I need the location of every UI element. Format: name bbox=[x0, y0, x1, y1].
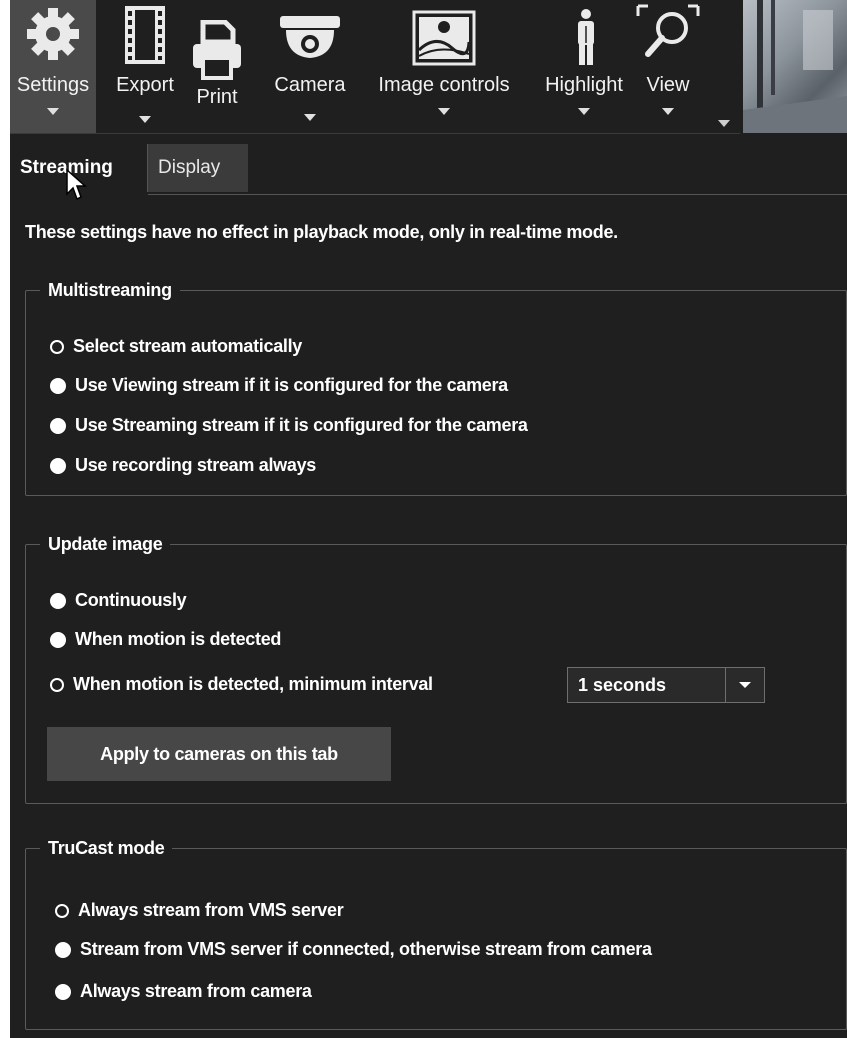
interval-dropdown-toggle[interactable] bbox=[725, 668, 764, 702]
image-controls-label: Image controls bbox=[378, 74, 510, 96]
export-button[interactable]: Export bbox=[108, 0, 182, 133]
highlight-button[interactable]: Highlight bbox=[532, 0, 636, 133]
chevron-down-icon bbox=[578, 108, 590, 115]
divider bbox=[148, 194, 847, 195]
radio-label: Use Viewing stream if it is configured f… bbox=[75, 375, 508, 395]
chevron-down-icon bbox=[438, 108, 450, 115]
radio-label: Select stream automatically bbox=[73, 336, 303, 356]
print-label: Print bbox=[196, 86, 238, 108]
radio-when-motion-detected[interactable]: When motion is detected bbox=[50, 629, 281, 650]
radio-label: Continuously bbox=[75, 590, 187, 610]
radio-button[interactable] bbox=[50, 631, 66, 648]
radio-always-stream-camera[interactable]: Always stream from camera bbox=[55, 981, 312, 1002]
settings-button[interactable]: Settings bbox=[10, 0, 96, 133]
tab-bar: Streaming Display bbox=[10, 138, 847, 194]
radio-button[interactable] bbox=[50, 457, 66, 474]
chevron-down-icon bbox=[139, 116, 151, 123]
interval-select[interactable]: 1 seconds bbox=[567, 667, 765, 703]
chevron-down-icon bbox=[662, 108, 674, 115]
multistreaming-title: Multistreaming bbox=[48, 280, 172, 300]
radio-label: Always stream from VMS server bbox=[78, 900, 344, 920]
radio-label: Use recording stream always bbox=[75, 455, 317, 475]
printer-icon bbox=[185, 20, 249, 80]
radio-motion-minimum-interval[interactable]: When motion is detected, minimum interva… bbox=[50, 674, 433, 695]
chevron-down-icon bbox=[47, 108, 59, 115]
radio-use-viewing-stream[interactable]: Use Viewing stream if it is configured f… bbox=[50, 375, 508, 396]
export-label: Export bbox=[116, 74, 174, 96]
camera-button[interactable]: Camera bbox=[266, 0, 354, 133]
radio-stream-vms-if-connected[interactable]: Stream from VMS server if connected, oth… bbox=[55, 939, 652, 960]
radio-button[interactable] bbox=[50, 417, 66, 434]
radio-select-stream-automatically[interactable]: Select stream automatically bbox=[50, 336, 302, 357]
radio-label: When motion is detected, minimum interva… bbox=[73, 674, 433, 694]
radio-button[interactable] bbox=[50, 592, 66, 609]
radio-label: Stream from VMS server if connected, oth… bbox=[80, 939, 652, 959]
radio-label: Use Streaming stream if it is configured… bbox=[75, 415, 528, 435]
radio-label: When motion is detected bbox=[75, 629, 282, 649]
toolbar: Settings Export Print Camera Image contr… bbox=[10, 0, 740, 134]
radio-button[interactable] bbox=[55, 941, 71, 958]
image-controls-button[interactable]: Image controls bbox=[364, 0, 524, 133]
chevron-down-icon bbox=[304, 114, 316, 121]
view-label: View bbox=[646, 74, 690, 96]
view-button[interactable]: View bbox=[636, 0, 700, 133]
radio-button[interactable] bbox=[50, 677, 64, 692]
dome-camera-icon bbox=[278, 14, 342, 74]
radio-button[interactable] bbox=[50, 339, 64, 354]
radio-use-recording-stream[interactable]: Use recording stream always bbox=[50, 455, 316, 476]
tab-display[interactable]: Display bbox=[147, 144, 248, 192]
interval-select-value: 1 seconds bbox=[578, 675, 667, 695]
radio-label: Always stream from camera bbox=[80, 981, 312, 1001]
highlight-label: Highlight bbox=[545, 74, 623, 96]
person-icon bbox=[554, 8, 618, 68]
mouse-cursor-icon bbox=[66, 168, 87, 201]
toolbar-overflow-icon[interactable] bbox=[718, 120, 730, 127]
gear-icon bbox=[21, 6, 85, 66]
radio-continuously[interactable]: Continuously bbox=[50, 590, 187, 611]
print-button[interactable]: Print bbox=[186, 0, 248, 133]
settings-label: Settings bbox=[16, 74, 90, 96]
radio-always-stream-vms[interactable]: Always stream from VMS server bbox=[55, 900, 344, 921]
settings-panel: Settings Export Print Camera Image contr… bbox=[10, 0, 847, 1038]
playback-notice: These settings have no effect in playbac… bbox=[25, 222, 618, 242]
trucast-mode-title: TruCast mode bbox=[48, 838, 165, 858]
camera-label: Camera bbox=[274, 74, 346, 96]
image-icon bbox=[412, 10, 476, 70]
apply-to-cameras-button[interactable]: Apply to cameras on this tab bbox=[47, 727, 391, 781]
chevron-down-icon bbox=[739, 682, 751, 688]
radio-use-streaming-stream[interactable]: Use Streaming stream if it is configured… bbox=[50, 415, 528, 436]
radio-button[interactable] bbox=[55, 983, 71, 1000]
radio-button[interactable] bbox=[50, 377, 66, 394]
film-icon bbox=[113, 6, 177, 66]
magnifier-icon bbox=[636, 4, 700, 64]
radio-button[interactable] bbox=[55, 903, 69, 918]
camera-preview-thumbnail[interactable] bbox=[743, 0, 847, 133]
update-image-title: Update image bbox=[48, 534, 163, 554]
